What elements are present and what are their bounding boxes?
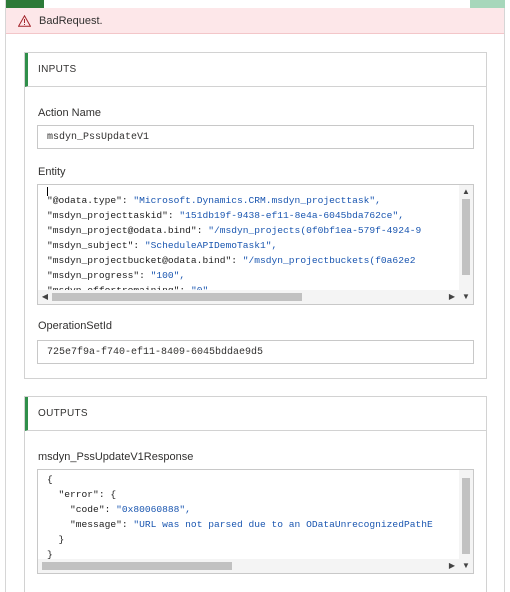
json-value: "ScheduleAPIDemoTask1", bbox=[144, 240, 278, 251]
top-tab-indicator bbox=[6, 0, 44, 8]
entity-vertical-scrollbar[interactable]: ▲ bbox=[459, 185, 473, 290]
error-banner: BadRequest. bbox=[6, 8, 504, 34]
json-text: "error": { bbox=[47, 489, 117, 500]
response-vscroll-thumb[interactable] bbox=[462, 478, 470, 554]
entity-horizontal-scrollbar[interactable]: ◀ ▶ bbox=[38, 290, 459, 304]
json-text: } bbox=[47, 549, 53, 559]
json-line: } bbox=[47, 547, 459, 559]
entity-hscroll-thumb[interactable] bbox=[52, 293, 302, 301]
json-key: "msdyn_projectbucket@odata.bind" bbox=[47, 255, 232, 266]
json-key: "msdyn_project@odata.bind" bbox=[47, 225, 197, 236]
response-vertical-scrollbar[interactable] bbox=[459, 470, 473, 559]
json-line: "msdyn_progress": "100", bbox=[47, 268, 459, 283]
top-tab-indicator-secondary bbox=[470, 0, 505, 8]
json-value: "100", bbox=[150, 270, 186, 281]
outputs-card: OUTPUTS msdyn_PssUpdateV1Response { "err… bbox=[24, 396, 487, 592]
json-separator: : bbox=[104, 504, 117, 515]
json-line: "msdyn_project@odata.bind": "/msdyn_proj… bbox=[47, 223, 459, 238]
json-line: "@odata.type": "Microsoft.Dynamics.CRM.m… bbox=[47, 193, 459, 208]
json-separator: : bbox=[121, 195, 134, 206]
scroll-down-arrow-icon[interactable]: ▼ bbox=[459, 561, 473, 571]
json-value: "/msdyn_projectbuckets(f0a62e2 bbox=[242, 255, 416, 266]
json-separator: : bbox=[133, 240, 145, 251]
json-value: "151db19f-9438-ef11-8e4a-6045bda762ce", bbox=[179, 210, 404, 221]
scroll-up-arrow-icon[interactable]: ▲ bbox=[459, 187, 473, 197]
json-value: "0x80060888", bbox=[116, 504, 191, 515]
scroll-down-arrow-icon[interactable]: ▼ bbox=[459, 292, 473, 302]
entity-vscroll-thumb[interactable] bbox=[462, 199, 470, 275]
response-horizontal-scrollbar[interactable]: ▶ bbox=[38, 559, 459, 573]
json-key: "@odata.type" bbox=[47, 195, 122, 206]
response-label: msdyn_PssUpdateV1Response bbox=[38, 451, 194, 463]
inputs-header: INPUTS bbox=[25, 53, 486, 87]
json-value: "URL was not parsed due to an ODataUnrec… bbox=[133, 519, 433, 530]
json-value: "Microsoft.Dynamics.CRM.msdyn_projecttas… bbox=[133, 195, 381, 206]
json-separator: : bbox=[139, 270, 151, 281]
json-line: "message": "URL was not parsed due to an… bbox=[47, 517, 459, 532]
json-line: "msdyn_projectbucket@odata.bind": "/msdy… bbox=[47, 253, 459, 268]
action-name-label: Action Name bbox=[38, 107, 101, 119]
scroll-left-arrow-icon[interactable]: ◀ bbox=[38, 292, 52, 302]
json-key: "code" bbox=[47, 504, 105, 515]
json-line: } bbox=[47, 532, 459, 547]
operationsetid-field[interactable]: 725e7f9a-f740-ef11-8409-6045bddae9d5 bbox=[37, 340, 474, 364]
json-line: "msdyn_effortremaining": "0" bbox=[47, 283, 459, 290]
json-line: { bbox=[47, 472, 459, 487]
json-value: "/msdyn_projects(0f0bf1ea-579f-4924-9 bbox=[208, 225, 422, 236]
response-scroll-corner: ▼ bbox=[459, 559, 473, 573]
response-hscroll-thumb[interactable] bbox=[42, 562, 232, 570]
json-text: } bbox=[47, 534, 65, 545]
entity-scroll-corner: ▼ bbox=[459, 290, 473, 304]
json-line: "msdyn_projecttaskid": "151db19f-9438-ef… bbox=[47, 208, 459, 223]
error-message: BadRequest. bbox=[39, 14, 103, 27]
json-key: "msdyn_projecttaskid" bbox=[47, 210, 168, 221]
operationsetid-label: OperationSetId bbox=[38, 320, 112, 332]
json-separator: : bbox=[231, 255, 243, 266]
scroll-right-arrow-icon[interactable]: ▶ bbox=[445, 561, 459, 571]
json-line: "msdyn_subject": "ScheduleAPIDemoTask1", bbox=[47, 238, 459, 253]
json-key: "msdyn_subject" bbox=[47, 240, 134, 251]
scroll-right-arrow-icon[interactable]: ▶ bbox=[445, 292, 459, 302]
json-line: "code": "0x80060888", bbox=[47, 502, 459, 517]
json-key: "msdyn_progress" bbox=[47, 270, 140, 281]
action-name-field[interactable]: msdyn_PssUpdateV1 bbox=[37, 125, 474, 149]
json-separator: : bbox=[196, 225, 209, 236]
operationsetid-value: 725e7f9a-f740-ef11-8409-6045bddae9d5 bbox=[47, 346, 264, 358]
entity-field[interactable]: "@odata.type": "Microsoft.Dynamics.CRM.m… bbox=[37, 184, 474, 305]
entity-json: "@odata.type": "Microsoft.Dynamics.CRM.m… bbox=[38, 185, 459, 290]
action-name-value: msdyn_PssUpdateV1 bbox=[47, 131, 150, 143]
json-line: "error": { bbox=[47, 487, 459, 502]
inputs-card: INPUTS Action Name msdyn_PssUpdateV1 Ent… bbox=[24, 52, 487, 379]
outputs-header: OUTPUTS bbox=[25, 397, 486, 431]
json-key: "message" bbox=[47, 519, 122, 530]
json-separator: : bbox=[167, 210, 180, 221]
entity-label: Entity bbox=[38, 166, 66, 178]
json-separator: : bbox=[121, 519, 134, 530]
response-field[interactable]: { "error": { "code": "0x80060888", "mess… bbox=[37, 469, 474, 574]
json-text: { bbox=[47, 474, 53, 485]
response-json: { "error": { "code": "0x80060888", "mess… bbox=[38, 470, 459, 559]
warning-icon bbox=[18, 14, 31, 27]
